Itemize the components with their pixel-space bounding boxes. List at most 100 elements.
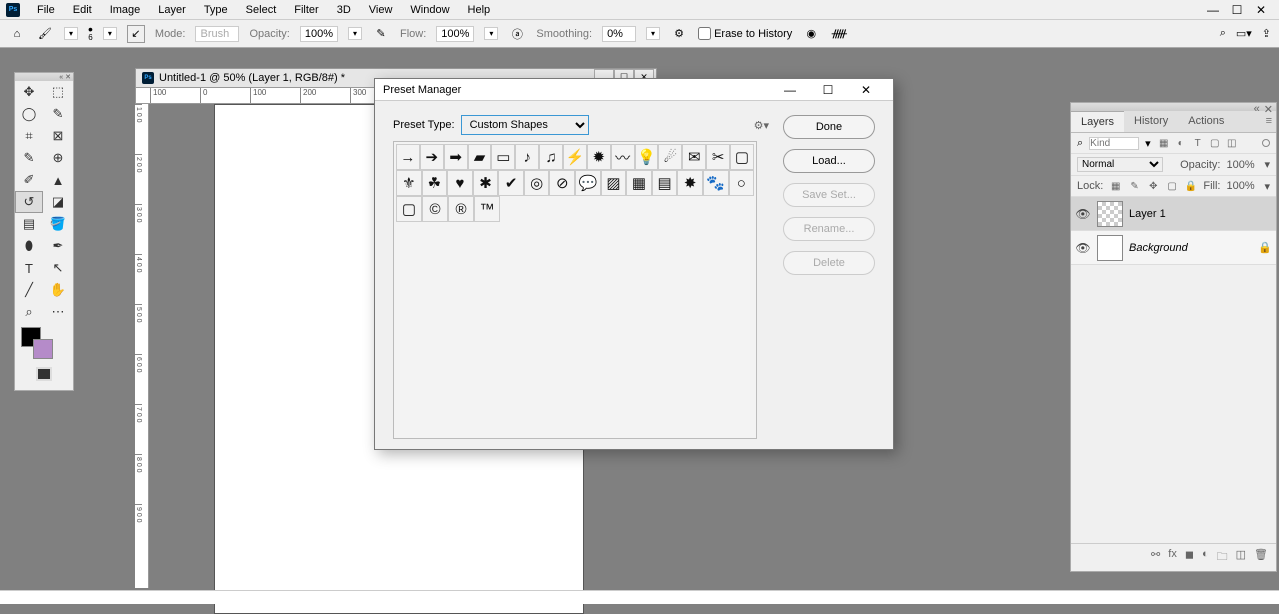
- zoom-tool[interactable]: ⌕: [15, 301, 43, 323]
- brush-tool[interactable]: ✐: [15, 169, 43, 191]
- save-set-button[interactable]: Save Set...: [783, 183, 875, 207]
- line-tool[interactable]: ╱: [15, 279, 43, 301]
- smoothing-value[interactable]: 0%: [602, 26, 636, 42]
- smoothing-dropdown[interactable]: ▾: [646, 27, 660, 40]
- shape-preset[interactable]: 💡: [635, 144, 659, 170]
- fill-value[interactable]: 100%: [1226, 180, 1258, 192]
- dialog-close[interactable]: ✕: [847, 80, 885, 100]
- panel-tab-history[interactable]: History: [1124, 111, 1178, 132]
- menu-edit[interactable]: Edit: [64, 2, 101, 18]
- shape-preset[interactable]: ⚡: [563, 144, 587, 170]
- layer-item[interactable]: 👁 Layer 1: [1071, 197, 1276, 231]
- panel-tab-layers[interactable]: Layers: [1071, 111, 1124, 132]
- layer-name[interactable]: Layer 1: [1129, 208, 1272, 220]
- filter-pixel-icon[interactable]: ▦: [1157, 136, 1171, 150]
- gradient-tool[interactable]: ▤: [15, 213, 43, 235]
- shape-preset[interactable]: ™: [474, 196, 500, 222]
- history-brush-tool[interactable]: ↺: [15, 191, 43, 213]
- shape-preset[interactable]: 〰: [611, 144, 635, 170]
- dialog-titlebar[interactable]: Preset Manager — ☐ ✕: [375, 79, 893, 101]
- shape-preset[interactable]: ○: [729, 170, 755, 196]
- menu-window[interactable]: Window: [401, 2, 458, 18]
- shape-preset[interactable]: ▰: [468, 144, 492, 170]
- marquee-tool[interactable]: ⬚: [44, 81, 72, 103]
- quick-mask-toggle[interactable]: [15, 367, 73, 384]
- panel-tab-actions[interactable]: Actions: [1178, 111, 1234, 132]
- path-select-tool[interactable]: ↖: [44, 257, 72, 279]
- erase-history-checkbox[interactable]: Erase to History: [698, 27, 792, 40]
- panel-header[interactable]: «✕: [1071, 103, 1276, 111]
- menu-filter[interactable]: Filter: [285, 2, 327, 18]
- close-button[interactable]: ✕: [1249, 1, 1273, 19]
- shape-preset[interactable]: ♫: [539, 144, 563, 170]
- brush-panel-icon[interactable]: ↙: [127, 25, 145, 43]
- shape-preset[interactable]: ✱: [473, 170, 499, 196]
- pen-tool[interactable]: ✒: [44, 235, 72, 257]
- crop-tool[interactable]: ⌗: [15, 125, 43, 147]
- brush-preview-icon[interactable]: 🖌: [36, 25, 54, 43]
- shape-preset[interactable]: ☘: [422, 170, 448, 196]
- menu-view[interactable]: View: [360, 2, 402, 18]
- symmetry-icon[interactable]: ᚏ: [830, 25, 848, 43]
- dialog-maximize[interactable]: ☐: [809, 80, 847, 100]
- hand-tool[interactable]: ✋: [44, 279, 72, 301]
- group-icon[interactable]: 🗀: [1217, 548, 1228, 567]
- frame-tool[interactable]: ⊠: [44, 125, 72, 147]
- shape-preset[interactable]: ➡: [444, 144, 468, 170]
- dodge-tool[interactable]: ⬮: [15, 235, 43, 257]
- menu-3d[interactable]: 3D: [328, 2, 360, 18]
- layer-thumbnail[interactable]: [1097, 201, 1123, 227]
- healing-tool[interactable]: ⊕: [44, 147, 72, 169]
- minimize-button[interactable]: —: [1201, 1, 1225, 19]
- flow-value[interactable]: 100%: [436, 26, 474, 42]
- lock-paint-icon[interactable]: ✎: [1128, 179, 1141, 193]
- shape-preset[interactable]: ⚜: [396, 170, 422, 196]
- trash-icon[interactable]: 🗑: [1254, 548, 1268, 567]
- shape-preset[interactable]: ✉: [682, 144, 706, 170]
- search-icon[interactable]: ⌕: [1220, 27, 1226, 40]
- layer-item[interactable]: 👁 Background 🔒: [1071, 231, 1276, 265]
- shape-preset[interactable]: ©: [422, 196, 448, 222]
- eraser-tool[interactable]: ◪: [44, 191, 72, 213]
- filter-kind-input[interactable]: [1089, 137, 1139, 150]
- search-icon-sm[interactable]: ⌕: [1077, 137, 1083, 150]
- shape-preset[interactable]: ☄: [658, 144, 682, 170]
- share-icon[interactable]: ⇪: [1262, 27, 1271, 40]
- brush-dropdown[interactable]: ▾: [64, 27, 78, 40]
- shape-preset[interactable]: →: [396, 144, 420, 170]
- color-swatches[interactable]: [19, 325, 69, 365]
- shape-preset[interactable]: ✔: [498, 170, 524, 196]
- lock-trans-icon[interactable]: ▦: [1109, 179, 1122, 193]
- filter-adjust-icon[interactable]: ◐: [1174, 136, 1188, 150]
- layer-opacity-value[interactable]: 100%: [1226, 159, 1258, 171]
- eyedropper-tool[interactable]: ✎: [15, 147, 43, 169]
- background-color[interactable]: [33, 339, 53, 359]
- menu-type[interactable]: Type: [195, 2, 237, 18]
- workspace-icon[interactable]: ▭▾: [1236, 27, 1252, 40]
- menu-help[interactable]: Help: [459, 2, 500, 18]
- shape-preset[interactable]: ◎: [524, 170, 550, 196]
- shape-preset[interactable]: ®: [448, 196, 474, 222]
- shape-preset[interactable]: 🐾: [703, 170, 729, 196]
- blend-mode-select[interactable]: Normal: [1077, 157, 1163, 172]
- lock-artboard-icon[interactable]: ▢: [1166, 179, 1179, 193]
- visibility-icon[interactable]: 👁: [1075, 207, 1091, 221]
- load-button[interactable]: Load...: [783, 149, 875, 173]
- shape-preset[interactable]: ✹: [587, 144, 611, 170]
- opacity-dropdown[interactable]: ▾: [348, 27, 362, 40]
- brush-size-dropdown[interactable]: ▾: [103, 27, 117, 40]
- opacity-value[interactable]: 100%: [300, 26, 338, 42]
- lock-pos-icon[interactable]: ✥: [1147, 179, 1160, 193]
- tools-panel-header[interactable]: « ✕: [15, 73, 73, 81]
- filter-type-icon[interactable]: T: [1191, 136, 1205, 150]
- layer-name[interactable]: Background: [1129, 242, 1252, 254]
- shape-preset[interactable]: ▤: [652, 170, 678, 196]
- mode-select[interactable]: Brush: [195, 26, 239, 42]
- filter-shape-icon[interactable]: ▢: [1208, 136, 1222, 150]
- filter-toggle[interactable]: [1262, 139, 1270, 147]
- shape-preset[interactable]: ✂: [706, 144, 730, 170]
- lasso-tool[interactable]: ◯: [15, 103, 43, 125]
- stamp-tool[interactable]: ▲: [44, 169, 72, 191]
- lock-all-icon[interactable]: 🔒: [1185, 179, 1198, 193]
- shape-preset[interactable]: ▭: [491, 144, 515, 170]
